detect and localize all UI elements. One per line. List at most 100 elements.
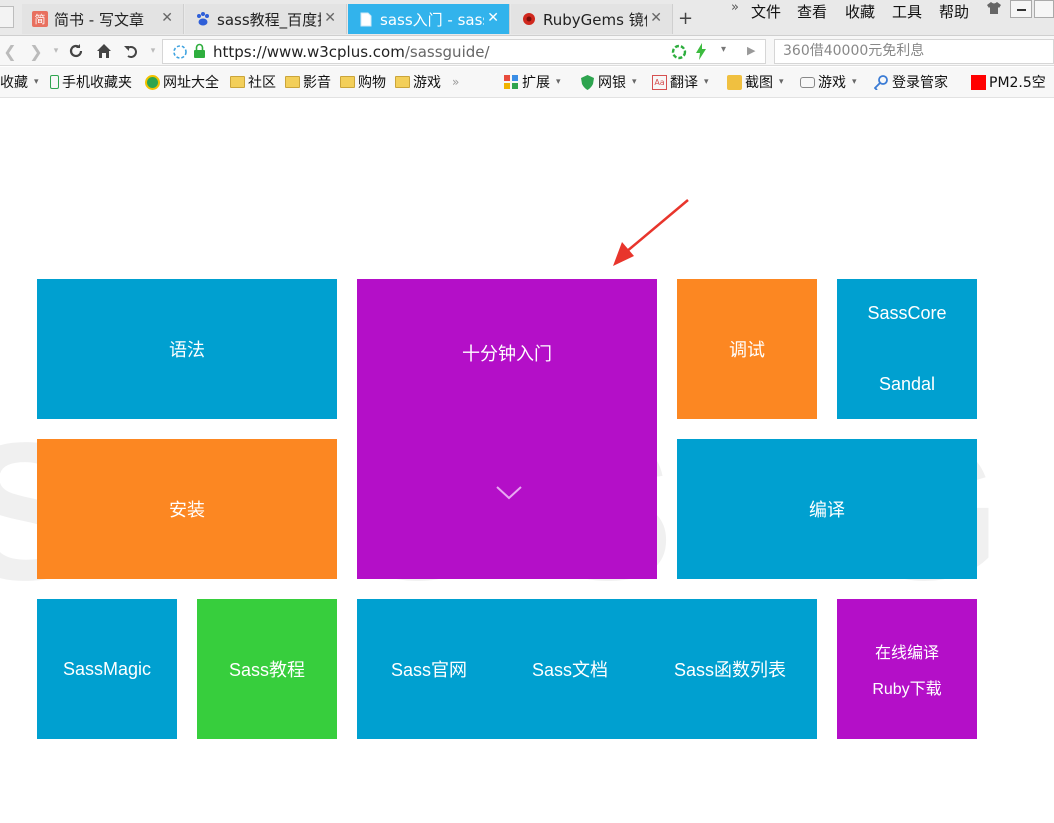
search-box[interactable] [774,39,1054,64]
tile-label: 十分钟入门 [462,344,552,364]
tool-extensions[interactable]: 扩展 ▾ [504,72,561,92]
link-sandal[interactable]: Sandal [879,374,935,395]
baidu-paw-icon [195,11,211,27]
tab-label: sass入门 - sass [380,10,484,29]
bookmark-url-directory[interactable]: 网址大全 [145,72,219,92]
link-sass-official[interactable]: Sass官网 [391,656,467,682]
tile-debug[interactable]: 调试 [677,279,817,419]
history-dropdown-icon[interactable]: ▾ [46,40,66,62]
menu-overflow-chevron[interactable]: » [731,0,739,15]
tab-label: RubyGems 镜像 [543,10,647,29]
bookmark-label: 游戏 [413,75,441,91]
chevron-down-icon: ▾ [632,77,637,87]
link-ruby-download[interactable]: Ruby下载 [872,675,941,699]
undo-dropdown-icon[interactable]: ▾ [143,40,163,62]
bookmark-label: 社区 [248,75,276,91]
link-sasscore[interactable]: SassCore [867,303,946,324]
close-icon[interactable]: ✕ [487,10,499,26]
tile-label: 调试 [729,340,765,360]
tool-translate[interactable]: Aa 翻译 ▾ [652,72,709,92]
bookmarks-bar: 收藏 ▾ 手机收藏夹 网址大全 社区 影音 购物 游戏 » 扩展 ▾ 网银 ▾ Aa 翻… [0,67,1054,98]
url-dropdown-icon[interactable]: ▾ [721,44,726,55]
tool-login-manager[interactable]: 登录管家 [873,72,948,92]
menu-tools[interactable]: 工具 [892,1,922,22]
undo-icon[interactable] [121,40,141,62]
chevron-down-icon [496,486,522,500]
tile-sasscore-sandal: SassCore Sandal [837,279,977,419]
ruby-icon [521,11,537,27]
tool-label: 翻译 [670,75,698,91]
tab-label: sass教程_百度搜索 [217,10,321,29]
bookmarks-overflow-chevron[interactable]: » [452,72,459,92]
tile-sassmagic[interactable]: SassMagic [37,599,177,739]
menu-help[interactable]: 帮助 [939,1,969,22]
close-icon[interactable]: ✕ [161,10,173,26]
url-bar[interactable]: https://www.w3cplus.com/sassguide/ ▾ ▶ [162,39,766,64]
folder-icon [285,76,300,88]
tool-label: 登录管家 [892,75,948,91]
tool-screenshot[interactable]: 截图 ▾ [727,72,784,92]
bookmark-community[interactable]: 社区 [230,72,276,92]
folder-icon [340,76,355,88]
translate-icon: Aa [652,74,667,90]
lightning-icon[interactable] [695,43,707,60]
maximize-button[interactable] [1034,0,1054,18]
close-icon[interactable]: ✕ [324,10,336,26]
tab-sass-intro[interactable]: sass入门 - sass ✕ [348,4,510,34]
back-icon[interactable]: ❮ [0,40,20,62]
minimize-button[interactable] [1010,0,1032,18]
menu-favorites[interactable]: 收藏 [845,1,875,22]
tile-online-compile-ruby: 在线编译 Ruby下载 [837,599,977,739]
tile-install[interactable]: 安装 [37,439,337,579]
tool-online-banking[interactable]: 网银 ▾ [580,72,637,92]
tile-label: SassMagic [62,658,152,679]
bookmark-favorites[interactable]: 收藏 ▾ [0,72,39,92]
tool-label: 截图 [745,75,773,91]
tab-list-button[interactable] [0,6,14,28]
tab-bar: 简 简书 - 写文章 ✕ sass教程_百度搜索 ✕ sass入门 - sass… [0,0,1054,36]
home-icon[interactable] [94,40,114,62]
url-text[interactable]: https://www.w3cplus.com/sassguide/ [213,43,490,61]
link-sass-docs[interactable]: Sass文档 [532,656,608,682]
tile-sass-links: Sass官网 Sass文档 Sass函数列表 [357,599,817,739]
tool-pm25[interactable]: PM2.5空 [971,72,1046,92]
folder-icon [395,76,410,88]
menu-view[interactable]: 查看 [797,1,827,22]
bookmark-label: 购物 [358,75,386,91]
bookmark-label: 收藏 [0,75,28,91]
bookmark-mobile-favorites[interactable]: 手机收藏夹 [50,72,132,92]
tool-games[interactable]: 游戏 ▾ [800,72,857,92]
phone-icon [50,75,59,89]
tile-grammar[interactable]: 语法 [37,279,337,419]
loading-ring-icon [173,45,187,59]
tab-jianshu[interactable]: 简 简书 - 写文章 ✕ [22,4,184,34]
go-arrow-icon[interactable]: ▶ [747,44,755,57]
tile-compile[interactable]: 编译 [677,439,977,579]
lock-icon [194,43,205,58]
tile-sass-tutorial[interactable]: Sass教程 [197,599,337,739]
link-sass-function-list[interactable]: Sass函数列表 [674,656,786,682]
shield-icon [580,74,595,90]
forward-icon[interactable]: ❯ [26,40,46,62]
tool-label: 游戏 [818,75,846,91]
tab-rubygems[interactable]: RubyGems 镜像 ✕ [511,4,673,34]
bookmark-shopping[interactable]: 购物 [340,72,386,92]
close-icon[interactable]: ✕ [650,10,662,26]
skin-shirt-icon[interactable] [986,0,1002,16]
new-tab-button[interactable]: + [678,8,693,29]
folder-icon [230,76,245,88]
tile-ten-minute-intro[interactable]: 十分钟入门 [357,279,657,579]
jianshu-icon: 简 [32,11,48,27]
tile-label: 编译 [809,500,845,520]
security-check-icon[interactable] [671,44,687,60]
tab-baidu[interactable]: sass教程_百度搜索 ✕ [185,4,347,34]
link-online-compile[interactable]: 在线编译 [875,639,939,663]
url-path: /sassguide/ [404,43,490,61]
refresh-icon[interactable] [66,40,86,62]
bookmark-games[interactable]: 游戏 [395,72,441,92]
menu-file[interactable]: 文件 [751,1,781,22]
page-content: SASS GUIDE 语法 十分钟入门 调试 SassCore Sandal 安… [0,99,1054,823]
bookmark-video[interactable]: 影音 [285,72,331,92]
tile-label: 安装 [169,500,205,520]
search-input[interactable] [783,40,1043,62]
